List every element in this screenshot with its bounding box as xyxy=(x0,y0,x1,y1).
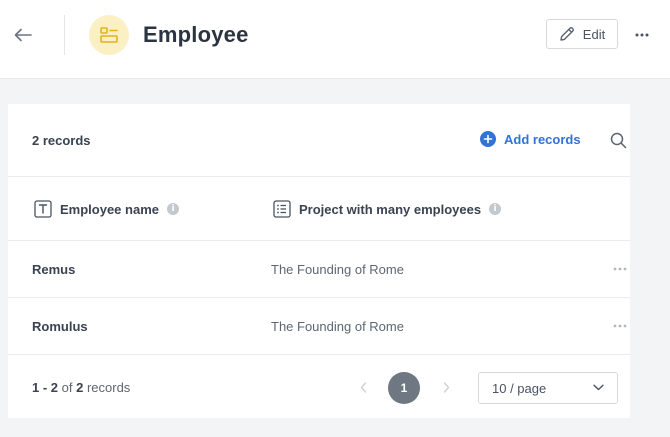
edit-button[interactable]: Edit xyxy=(546,19,618,49)
column-label: Project with many employees xyxy=(299,201,482,217)
add-records-button[interactable]: Add records xyxy=(480,131,581,147)
range-end: 2 xyxy=(50,380,59,395)
column-header-employee-name[interactable]: Employee name i xyxy=(34,200,179,218)
range-separator: - xyxy=(39,380,51,395)
add-records-label: Add records xyxy=(504,131,581,147)
table-avatar xyxy=(89,15,129,55)
header-divider xyxy=(64,15,65,55)
project-cell[interactable]: The Founding of Rome xyxy=(271,262,404,277)
page-button-current[interactable]: 1 xyxy=(388,372,420,404)
chevron-right-icon xyxy=(443,381,449,393)
list-field-icon xyxy=(273,200,291,218)
more-horizontal-icon xyxy=(635,33,649,37)
records-range: 1 - 2 of 2 records xyxy=(32,380,130,395)
records-card: 2 records Add records Employee name i Pr… xyxy=(8,104,630,418)
table-type-icon xyxy=(100,27,118,43)
chevron-down-icon xyxy=(593,384,604,391)
project-cell[interactable]: The Founding of Rome xyxy=(271,319,404,334)
plus-circle-icon xyxy=(480,131,496,147)
employee-name-cell: Romulus xyxy=(32,319,88,334)
more-horizontal-icon xyxy=(613,324,627,328)
column-header-project[interactable]: Project with many employees i xyxy=(273,200,502,218)
edit-button-label: Edit xyxy=(582,26,606,42)
page-title: Employee xyxy=(143,22,249,47)
range-records-word: records xyxy=(83,380,131,395)
arrow-left-icon xyxy=(14,28,32,42)
records-count: 2 records xyxy=(32,133,91,148)
more-options-button[interactable] xyxy=(630,25,654,45)
chevron-left-icon xyxy=(360,381,366,393)
text-field-icon xyxy=(34,200,52,218)
page-size-select[interactable]: 10 / page xyxy=(478,372,618,404)
back-button[interactable] xyxy=(10,24,36,46)
page-size-value: 10 / page xyxy=(492,381,547,396)
row-options-button[interactable] xyxy=(610,320,630,332)
info-icon[interactable]: i xyxy=(489,203,502,215)
previous-page-button[interactable] xyxy=(356,379,370,395)
info-icon[interactable]: i xyxy=(167,203,179,215)
top-bar: Employee Edit xyxy=(0,0,670,79)
search-icon xyxy=(610,132,626,148)
table-row[interactable]: Romulus The Founding of Rome xyxy=(8,298,630,355)
pencil-icon xyxy=(560,27,574,41)
next-page-button[interactable] xyxy=(439,379,453,395)
table-row[interactable]: Remus The Founding of Rome xyxy=(8,241,630,298)
records-toolbar: 2 records Add records xyxy=(8,104,630,177)
range-of: of xyxy=(58,380,77,395)
employee-name-cell: Remus xyxy=(32,262,76,277)
pagination-footer: 1 - 2 of 2 records 1 10 / page xyxy=(8,355,630,418)
row-options-button[interactable] xyxy=(610,263,630,275)
more-horizontal-icon xyxy=(613,267,627,271)
search-button[interactable] xyxy=(608,130,628,150)
column-label: Employee name xyxy=(60,201,159,217)
table-header: Employee name i Project with many employ… xyxy=(8,177,630,241)
